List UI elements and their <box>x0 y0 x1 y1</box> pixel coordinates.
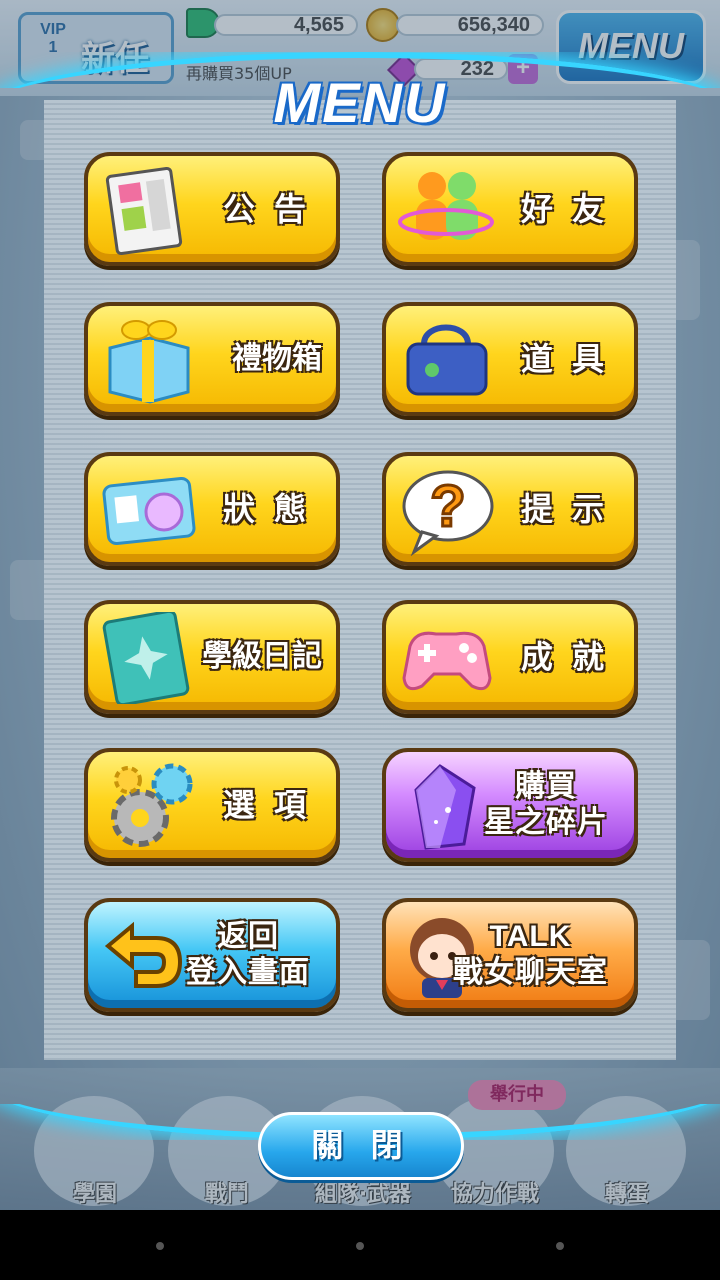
hints-button[interactable]: ? 提 示 <box>382 452 638 566</box>
friends-label: 好 友 <box>520 190 608 228</box>
talk-chatroom-line2: 戰女聊天室 <box>453 955 608 990</box>
options-label: 選 項 <box>222 786 310 824</box>
announcement-label: 公 告 <box>222 190 310 228</box>
star-crystal-icon <box>414 764 476 850</box>
hints-label: 提 示 <box>520 490 608 528</box>
system-nav-bar <box>0 1210 720 1280</box>
menu-title: MENU <box>273 71 447 134</box>
newspaper-icon <box>105 166 183 256</box>
return-login-line1: 返回 <box>217 919 279 954</box>
gamepad-icon <box>402 631 492 691</box>
return-arrow-icon <box>104 921 183 988</box>
nav-home-dot[interactable] <box>356 1242 364 1250</box>
close-button[interactable]: 關 閉 <box>258 1112 464 1180</box>
options-button[interactable]: 選 項 <box>84 748 340 862</box>
buy-star-shards-line1: 購買 <box>515 769 577 804</box>
talk-chatroom-line1: TALK <box>489 920 572 953</box>
announcement-button[interactable]: 公 告 <box>84 152 340 266</box>
achievements-label: 成 就 <box>520 638 608 676</box>
buy-star-shards-line2: 星之碎片 <box>484 805 608 840</box>
gift-box-icon <box>108 320 190 404</box>
svg-text:?: ? <box>430 474 465 539</box>
return-login-line2: 登入畫面 <box>186 955 310 990</box>
friends-button[interactable]: 好 友 <box>382 152 638 266</box>
status-button[interactable]: 狀 態 <box>84 452 340 566</box>
return-login-button[interactable]: 返回 登入畫面 <box>84 898 340 1012</box>
talk-chatroom-button[interactable]: TALK 戰女聊天室 <box>382 898 638 1012</box>
friends-icon <box>398 172 494 240</box>
gears-icon <box>111 763 193 847</box>
question-bubble-icon: ? <box>402 470 494 556</box>
nav-back-dot[interactable] <box>156 1242 164 1250</box>
diary-book-icon <box>102 612 190 704</box>
talk-chatroom-label: TALK 戰女聊天室 <box>453 902 608 1008</box>
id-card-icon <box>102 476 196 546</box>
class-diary-label: 學級日記 <box>202 639 322 674</box>
school-bag-icon <box>406 324 488 396</box>
items-label: 道 具 <box>520 340 608 378</box>
items-button[interactable]: 道 具 <box>382 302 638 416</box>
nav-recent-dot[interactable] <box>556 1242 564 1250</box>
buy-star-shards-button[interactable]: 購買 星之碎片 <box>382 748 638 862</box>
status-label: 狀 態 <box>222 490 310 528</box>
class-diary-button[interactable]: 學級日記 <box>84 600 340 714</box>
achievements-button[interactable]: 成 就 <box>382 600 638 714</box>
gift-box-label: 禮物箱 <box>232 341 322 376</box>
gift-box-button[interactable]: 禮物箱 <box>84 302 340 416</box>
buy-star-shards-label: 購買 星之碎片 <box>484 752 608 858</box>
return-login-label: 返回 登入畫面 <box>186 902 310 1008</box>
